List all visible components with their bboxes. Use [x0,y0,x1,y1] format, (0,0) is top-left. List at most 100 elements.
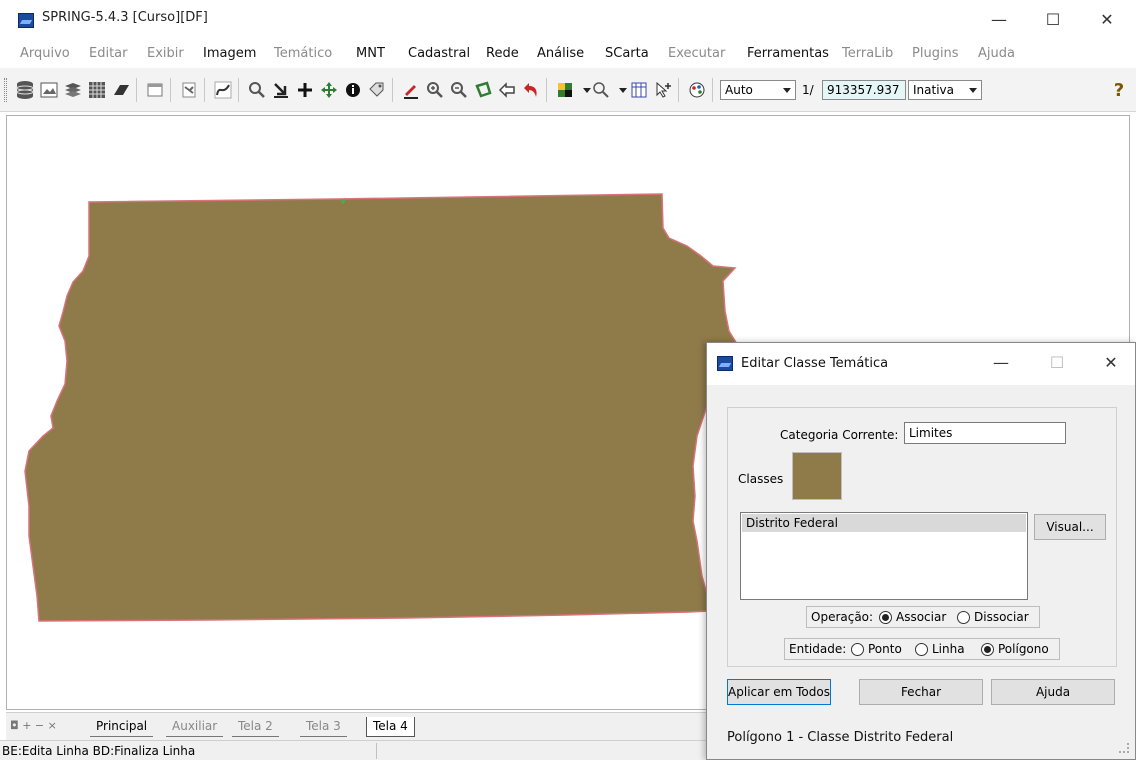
tab-tela-4[interactable]: Tela 4 [366,717,415,737]
cursor-plus-icon[interactable] [652,79,674,101]
list-item[interactable]: Distrito Federal [742,514,1026,532]
dialog-minimize-button[interactable]: — [981,353,1021,375]
state-select[interactable]: Inativa [908,80,982,100]
menu-mnt[interactable]: MNT [356,46,385,61]
category-label: Categoria Corrente: [780,428,899,442]
table-icon[interactable] [628,79,650,101]
maximize-button[interactable]: ☐ [1030,6,1076,34]
main-titlebar: SPRING-5.4.3 [Curso][DF] — ☐ ✕ [0,0,1136,40]
radio-linha[interactable]: Linha [915,642,965,656]
category-field[interactable]: Limites [904,422,1066,444]
image-icon[interactable] [38,79,60,101]
distrito-federal-polygon[interactable] [24,193,748,622]
spring-app-icon [717,356,733,371]
scale-value-input[interactable]: 913357.937 [822,80,906,100]
zoom-in-icon[interactable] [424,79,446,101]
window-icon[interactable] [144,79,166,101]
radio-associar[interactable]: Associar [879,610,946,624]
operation-label: Operação: [811,610,874,624]
colors-icon[interactable] [686,79,708,101]
toolbar: Auto 1/ 913357.937 Inativa ? [0,68,1136,112]
dialog-titlebar[interactable]: Editar Classe Temática — ☐ ✕ [707,343,1135,385]
menu-analise[interactable]: Análise [537,46,584,61]
pencil-icon[interactable] [400,79,422,101]
menu-executar[interactable]: Executar [668,46,725,61]
radio-ponto[interactable]: Ponto [851,642,902,656]
menu-ferramentas[interactable]: Ferramentas [747,46,829,61]
toolbar-separator [170,78,171,102]
tab-auxiliar[interactable]: Auxiliar [166,717,224,737]
menu-editar[interactable]: Editar [89,46,128,61]
status-bar: BE:Edita Linha BD:Finaliza Linha [0,740,706,760]
resize-grip[interactable] [1119,743,1129,753]
toolbar-separator [136,78,137,102]
menu-plugins[interactable]: Plugins [912,46,959,61]
zoom-out-icon[interactable] [448,79,470,101]
curve-icon[interactable] [212,79,234,101]
radio-associar-label: Associar [896,610,947,624]
menu-imagem[interactable]: Imagem [203,46,256,61]
menu-ajuda[interactable]: Ajuda [978,46,1015,61]
classes-label: Classes [738,472,784,486]
lasso-icon[interactable] [472,79,494,101]
search-icon[interactable] [246,79,268,101]
radio-poligono-label: Polígono [998,642,1049,656]
close-button[interactable]: ✕ [1084,6,1130,34]
toolbar-grip[interactable] [4,78,7,102]
scale-mode-select[interactable]: Auto [720,80,796,100]
minimize-button[interactable]: — [976,6,1022,34]
status-text: BE:Edita Linha BD:Finaliza Linha [2,744,196,758]
pan-icon[interactable] [318,79,340,101]
radio-linha-label: Linha [932,642,965,656]
menu-exibir[interactable]: Exibir [147,46,184,61]
tab-nav-controls[interactable]: ◘ + − × [10,719,57,732]
menu-rede[interactable]: Rede [486,46,519,61]
tag-icon[interactable] [366,79,388,101]
class-color-swatch[interactable] [792,452,842,500]
menu-scarta[interactable]: SCarta [605,46,649,61]
menu-bar: Arquivo Editar Exibir Imagem Temático MN… [0,40,1136,68]
close-dialog-button[interactable]: Fechar [859,679,983,705]
eraser-icon[interactable] [110,79,132,101]
chevron-down-icon [783,88,791,93]
zoom-area-icon[interactable] [590,79,612,101]
radio-unchecked-icon [957,610,970,624]
dialog-title: Editar Classe Temática [741,356,889,371]
tool-icon[interactable] [178,79,200,101]
menu-arquivo[interactable]: Arquivo [20,46,70,61]
tab-principal[interactable]: Principal [90,717,154,737]
menu-terralib[interactable]: TerraLib [842,46,893,61]
palette-icon-1[interactable] [554,79,576,101]
apply-all-button[interactable]: Aplicar em Todos [727,679,831,705]
back-icon[interactable] [496,79,518,101]
toolbar-separator [678,78,679,102]
menu-cadastral[interactable]: Cadastral [408,46,470,61]
radio-unchecked-icon [915,642,928,656]
radio-dissociar[interactable]: Dissociar [957,610,1029,624]
grid-icon[interactable] [86,79,108,101]
chevron-down-icon [969,88,977,93]
dialog-status-text: Polígono 1 - Classe Distrito Federal [727,730,954,745]
status-divider [376,743,377,759]
tab-tela-3[interactable]: Tela 3 [300,717,347,737]
entity-label: Entidade: [789,642,847,656]
crosshair-icon[interactable] [294,79,316,101]
database-icon[interactable] [14,79,36,101]
dialog-maximize-button: ☐ [1049,353,1065,372]
arrow-down-icon[interactable] [270,79,292,101]
undo-icon[interactable] [520,79,542,101]
info-icon[interactable] [342,79,364,101]
toolbar-separator [546,78,547,102]
menu-tematico[interactable]: Temático [274,46,332,61]
operation-group: Operação: Associar Dissociar [806,606,1040,628]
radio-poligono[interactable]: Polígono [981,642,1049,656]
classes-list[interactable]: Distrito Federal [740,512,1028,600]
tab-tela-2[interactable]: Tela 2 [232,717,279,737]
help-icon[interactable]: ? [1108,79,1130,101]
visual-button[interactable]: Visual... [1034,514,1106,540]
radio-unchecked-icon [851,642,864,656]
help-button[interactable]: Ajuda [991,679,1115,705]
layers-icon[interactable] [62,79,84,101]
radio-ponto-label: Ponto [868,642,902,656]
dialog-close-button[interactable]: ✕ [1091,353,1131,375]
